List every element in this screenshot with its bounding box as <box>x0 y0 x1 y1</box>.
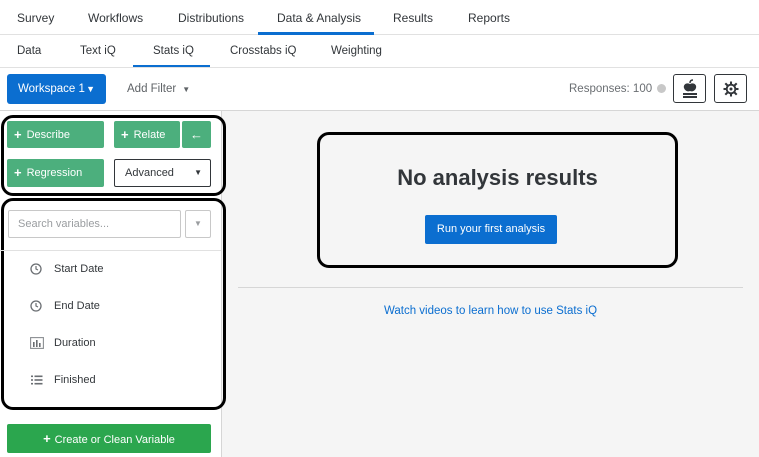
add-filter-button[interactable]: Add Filter ▼ <box>127 74 190 104</box>
plus-icon: + <box>14 165 22 180</box>
toolbar: Workspace 1 ▼ Add Filter ▼ Responses: 100 <box>0 68 759 111</box>
main-content: No analysis results Run your first analy… <box>222 111 759 457</box>
arrow-left-icon: ← <box>190 127 203 142</box>
responses-label: Responses: 100 <box>569 83 653 95</box>
tab-workflows[interactable]: Workflows <box>88 0 143 35</box>
variable-label: Finished <box>54 374 96 386</box>
plus-icon: + <box>121 127 129 142</box>
plus-icon: + <box>43 431 51 446</box>
advanced-label: Advanced <box>125 167 174 179</box>
describe-label: Describe <box>26 129 70 141</box>
empty-state-heading: No analysis results <box>397 165 598 190</box>
regression-button[interactable]: + Regression <box>7 159 104 187</box>
chevron-down-icon: ▼ <box>194 219 202 228</box>
apple-books-icon <box>682 78 697 98</box>
variable-label: End Date <box>54 300 100 312</box>
gear-icon <box>723 81 738 96</box>
info-icon[interactable] <box>657 84 667 93</box>
clock-icon <box>30 263 42 275</box>
variable-label: Duration <box>54 337 96 349</box>
bar-chart-icon <box>30 337 44 349</box>
sub-nav: Data Text iQ Stats iQ Crosstabs iQ Weigh… <box>0 35 759 68</box>
apple-books-button[interactable] <box>673 74 706 103</box>
divider <box>238 287 743 288</box>
watch-videos-link[interactable]: Watch videos to learn how to use Stats i… <box>222 305 759 317</box>
plus-icon: + <box>14 127 22 142</box>
add-filter-label: Add Filter <box>127 83 177 95</box>
tab-results[interactable]: Results <box>393 0 433 35</box>
tab-data-analysis[interactable]: Data & Analysis <box>277 0 361 35</box>
workspace-label: Workspace 1 <box>18 83 85 95</box>
subtab-stats-iq[interactable]: Stats iQ <box>153 35 194 67</box>
variables-sidebar: + Describe + Relate ← + Regression Advanced… <box>0 111 226 457</box>
subtab-text-iq[interactable]: Text iQ <box>80 35 116 67</box>
settings-button[interactable] <box>714 74 747 103</box>
workspace-dropdown[interactable]: Workspace 1 ▼ <box>7 74 106 104</box>
variable-label: Start Date <box>54 263 104 275</box>
create-clean-variable-button[interactable]: + Create or Clean Variable <box>7 424 211 453</box>
chevron-down-icon: ▼ <box>182 85 191 94</box>
list-icon <box>31 375 43 385</box>
relate-button[interactable]: + Relate <box>114 121 180 148</box>
search-variables-input[interactable] <box>8 210 181 238</box>
subtab-weighting[interactable]: Weighting <box>331 35 382 67</box>
active-subtab-indicator <box>133 65 210 67</box>
empty-state-panel: No analysis results Run your first analy… <box>317 132 678 268</box>
create-label: Create or Clean Variable <box>54 434 175 446</box>
divider <box>0 250 221 251</box>
relate-arrow-button[interactable]: ← <box>182 121 211 148</box>
regression-label: Regression <box>26 167 83 179</box>
relate-label: Relate <box>133 129 166 141</box>
chevron-down-icon: ▼ <box>86 84 95 94</box>
clock-icon <box>30 300 42 312</box>
tab-reports[interactable]: Reports <box>468 0 510 35</box>
run-first-analysis-button[interactable]: Run your first analysis <box>425 215 557 244</box>
advanced-dropdown[interactable]: Advanced ▼ <box>114 159 211 187</box>
describe-button[interactable]: + Describe <box>7 121 104 148</box>
responses-count: Responses: 100 <box>569 74 667 104</box>
search-filter-dropdown[interactable]: ▼ <box>185 210 211 238</box>
top-nav: Survey Workflows Distributions Data & An… <box>0 0 759 35</box>
tab-distributions[interactable]: Distributions <box>178 0 244 35</box>
subtab-crosstabs-iq[interactable]: Crosstabs iQ <box>230 35 296 67</box>
tab-survey[interactable]: Survey <box>17 0 54 35</box>
subtab-data[interactable]: Data <box>17 35 41 67</box>
chevron-down-icon: ▼ <box>194 168 202 177</box>
